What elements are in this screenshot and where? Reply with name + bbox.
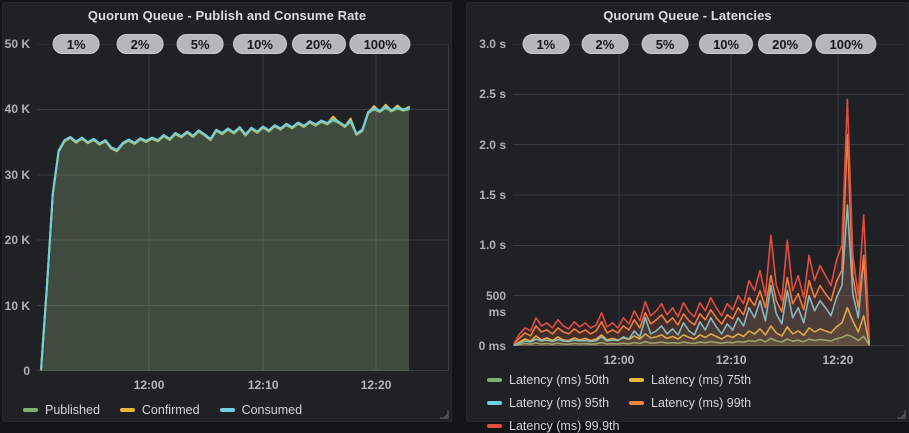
legend-color-dash-icon	[487, 401, 502, 405]
y-axis-tick-label: 20 K	[3, 232, 30, 248]
legend-color-dash-icon	[629, 378, 644, 382]
resize-handle-icon[interactable]	[896, 409, 906, 419]
annotation-pill[interactable]: 2%	[117, 34, 164, 54]
y-axis-tick-label: 30 K	[3, 167, 30, 183]
y-axis-tick-label: 2.0 s	[467, 137, 506, 153]
annotation-pill[interactable]: 100%	[350, 34, 411, 54]
legend: Published Confirmed Consumed	[23, 403, 302, 417]
annotation-pill[interactable]: 10%	[699, 34, 753, 54]
annotation-pill[interactable]: 1%	[522, 34, 569, 54]
x-axis-tick-label: 12:00	[134, 378, 165, 392]
y-axis-tick-label: 1.5 s	[467, 187, 506, 203]
y-axis-tick-label: 500 ms	[467, 288, 506, 320]
legend-color-dash-icon	[629, 401, 644, 405]
annotation-pill[interactable]: 1%	[53, 34, 100, 54]
annotation-pill[interactable]: 20%	[758, 34, 812, 54]
legend-color-dash-icon	[23, 408, 38, 412]
x-axis-tick-label: 12:20	[361, 378, 392, 392]
legend-label: Published	[45, 403, 100, 417]
panel-latencies: Quorum Queue - Latencies 3.0 s 2.5 s 2.0 s…	[466, 2, 909, 422]
legend-item[interactable]: Latency (ms) 95th	[487, 396, 609, 410]
annotation-pill[interactable]: 5%	[177, 34, 224, 54]
latencies-chart[interactable]	[513, 44, 904, 346]
y-axis-tick-label: 0	[3, 363, 30, 379]
annotation-pill[interactable]: 20%	[292, 34, 346, 54]
legend-color-dash-icon	[220, 408, 235, 412]
legend-color-dash-icon	[487, 424, 502, 428]
legend-item[interactable]: Latency (ms) 99th	[629, 396, 751, 410]
legend-label: Latency (ms) 99th	[651, 396, 751, 410]
annotation-pill[interactable]: 10%	[233, 34, 287, 54]
resize-handle-icon[interactable]	[439, 409, 449, 419]
annotation-pill[interactable]: 2%	[581, 34, 628, 54]
y-axis-tick-label: 2.5 s	[467, 86, 506, 102]
y-axis-tick-label: 3.0 s	[467, 36, 506, 52]
annotation-pill[interactable]: 5%	[642, 34, 689, 54]
legend-item[interactable]: Latency (ms) 75th	[629, 373, 751, 387]
y-axis-tick-label: 1.0 s	[467, 237, 506, 253]
legend-color-dash-icon	[120, 408, 135, 412]
legend-label: Latency (ms) 75th	[651, 373, 751, 387]
legend-item[interactable]: Confirmed	[120, 403, 200, 417]
legend-label: Latency (ms) 50th	[509, 373, 609, 387]
legend-item[interactable]: Published	[23, 403, 100, 417]
legend-item[interactable]: Consumed	[220, 403, 302, 417]
y-axis-tick-label: 40 K	[3, 101, 30, 117]
legend-label: Consumed	[242, 403, 302, 417]
panel-title: Quorum Queue - Publish and Consume Rate	[3, 8, 451, 23]
legend: Latency (ms) 50th Latency (ms) 75th Latenc…	[487, 373, 887, 433]
y-axis-tick-label: 0 ms	[467, 338, 506, 354]
panel-title: Quorum Queue - Latencies	[467, 8, 908, 23]
legend-item[interactable]: Latency (ms) 99.9th	[487, 419, 619, 433]
panel-publish-consume-rate: Quorum Queue - Publish and Consume Rate …	[2, 2, 452, 422]
x-axis-tick-label: 12:10	[248, 378, 279, 392]
y-axis-tick-label: 50 K	[3, 36, 30, 52]
x-axis-tick-label: 12:20	[823, 353, 854, 367]
annotation-pill[interactable]: 100%	[816, 34, 877, 54]
y-axis-tick-label: 10 K	[3, 298, 30, 314]
legend-label: Latency (ms) 95th	[509, 396, 609, 410]
legend-label: Confirmed	[142, 403, 200, 417]
publish-consume-chart[interactable]	[37, 44, 449, 371]
x-axis-tick-label: 12:00	[604, 353, 635, 367]
legend-color-dash-icon	[487, 378, 502, 382]
legend-item[interactable]: Latency (ms) 50th	[487, 373, 609, 387]
x-axis-tick-label: 12:10	[716, 353, 747, 367]
legend-label: Latency (ms) 99.9th	[509, 419, 619, 433]
